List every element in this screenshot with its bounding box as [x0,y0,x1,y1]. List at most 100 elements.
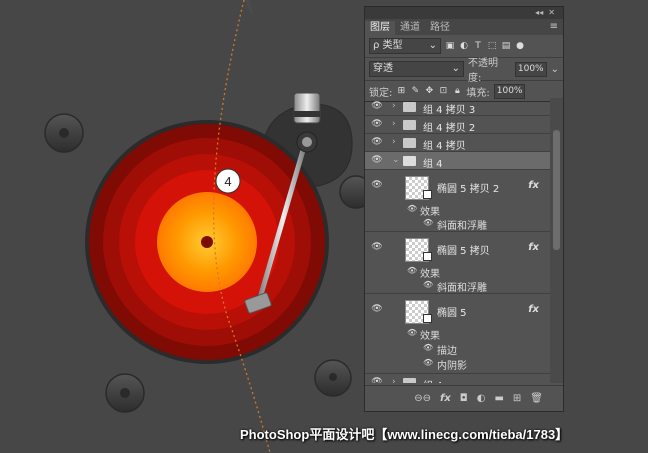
filter-smart-icon[interactable]: ▤ [501,41,511,51]
layer-row[interactable]: 👁︎ 椭圆 5 fx 👁︎ 效果 👁︎ 描边 👁︎ 内阴影 [365,294,551,374]
blend-mode-select[interactable]: 穿透 ⌄ [369,61,464,77]
knob-bottom-right [314,359,352,397]
layer-filter-row: ρ 类型 ⌄ ▣ ◐ T ⬚ ▤ ● [365,35,563,58]
layer-name: 椭圆 5 拷贝 [437,246,490,257]
eye-icon[interactable]: 👁︎ [423,358,433,367]
layer-row[interactable]: 👁︎ 椭圆 5 拷贝 fx 👁︎ 效果 👁︎ 斜面和浮雕 [365,232,551,294]
filter-pixel-icon[interactable]: ▣ [445,41,455,51]
eye-icon[interactable]: 👁︎ [407,266,417,275]
adjustment-icon[interactable]: ◐ [477,393,486,404]
chevron-right-icon[interactable]: › [392,101,396,111]
eye-icon[interactable]: 👁︎ [371,377,383,383]
chevron-down-icon: ⌄ [428,40,437,51]
layer-name: 椭圆 5 [437,308,467,319]
lock-move-icon[interactable]: ✥ [424,86,434,96]
link-icon[interactable]: ⊖⊖ [414,393,431,404]
effect-item[interactable]: 斜面和浮雕 [437,279,487,294]
chevron-down-icon[interactable]: ⌄ [392,155,400,165]
fill-label: 填充: [466,87,490,99]
layer-row-selected[interactable]: 👁︎ ⌄ 组 4 [365,152,551,170]
folder-open-icon [403,156,416,166]
chevron-right-icon[interactable]: › [392,137,396,147]
close-icon[interactable]: ✕ [548,8,555,17]
callout-number: 4 [224,174,231,189]
layer-name: 椭圆 5 拷贝 2 [437,184,500,195]
panel-tabs: 图层 通道 路径 ≡ [365,19,563,35]
folder-icon [403,138,416,148]
effect-item[interactable]: 内阴影 [437,357,467,372]
eye-icon[interactable]: 👁︎ [371,304,383,314]
eye-icon[interactable]: 👁︎ [371,180,383,190]
filter-shape-icon[interactable]: ⬚ [487,41,497,51]
fx-icon[interactable]: fx [528,242,539,253]
eye-icon[interactable]: 👁︎ [371,242,383,252]
layer-name: 组 4 [423,377,443,383]
knob-bottom-left [105,373,145,413]
lock-label: 锁定: [369,87,393,99]
filter-type-icon[interactable]: T [473,41,483,51]
lock-transparent-icon[interactable]: ⊞ [396,86,406,96]
step-callout: 4 [215,168,241,194]
effect-item[interactable]: 描边 [437,342,457,357]
eye-icon[interactable]: 👁︎ [371,119,383,129]
folder-icon [403,102,416,112]
lock-artboard-icon[interactable]: ⊡ [438,86,448,96]
panel-menu-icon[interactable]: ≡ [550,21,558,32]
filter-adjustment-icon[interactable]: ◐ [459,41,469,51]
eye-icon[interactable]: 👁︎ [371,155,383,165]
trash-icon[interactable]: 🗑 [530,393,543,404]
lock-brush-icon[interactable]: ✎ [410,86,420,96]
folder-icon [403,378,416,383]
filter-toggle-icon[interactable]: ● [515,41,525,51]
folder-icon[interactable]: ▬ [494,393,503,404]
new-layer-icon[interactable]: ⊞ [513,393,521,404]
vector-mask-thumbnail [423,190,432,199]
layer-row[interactable]: 👁︎ 椭圆 5 拷贝 2 fx 👁︎ 效果 👁︎ 斜面和浮雕 [365,170,551,232]
fill-field[interactable]: 100% [493,83,526,99]
layer-name: 组 4 拷贝 [423,141,466,152]
layer-name: 组 4 拷贝 2 [423,123,476,134]
layer-name: 组 4 [423,159,443,170]
opacity-label: 不透明度: [468,58,498,84]
chevron-right-icon[interactable]: › [392,377,396,383]
layer-row[interactable]: 👁︎ › 组 4 拷贝 [365,134,551,152]
eye-icon[interactable]: 👁︎ [423,343,433,352]
filter-type-select[interactable]: ρ 类型 ⌄ [369,38,441,54]
vector-mask-thumbnail [423,314,432,323]
eye-icon[interactable]: 👁︎ [407,328,417,337]
panel-footer: ⊖⊖ fx ◘ ◐ ▬ ⊞ 🗑 [365,385,563,411]
collapse-icon[interactable]: ◂◂ [535,8,543,17]
fx-icon[interactable]: fx [528,180,539,191]
knob-top-left [44,113,84,153]
folder-icon [403,120,416,130]
chevron-down-icon: ⌄ [451,63,460,74]
watermark-text: PhotoShop平面设计吧【www.linecg.com/tieba/1783… [240,427,569,442]
layer-name: 组 4 拷贝 3 [423,105,476,116]
fx-icon[interactable]: fx [528,304,539,315]
layer-row[interactable]: 👁︎ › 组 4 [365,374,551,383]
eye-icon[interactable]: 👁︎ [407,204,417,213]
eye-icon[interactable]: 👁︎ [371,101,383,111]
tab-paths[interactable]: 路径 [425,21,455,35]
layer-scrollbar[interactable] [550,98,563,383]
layer-row[interactable]: 👁︎ › 组 4 拷贝 3 [365,98,551,116]
tab-channels[interactable]: 通道 [395,21,425,35]
effects-label: 效果 [420,207,440,218]
eye-icon[interactable]: 👁︎ [371,137,383,147]
scrollbar-thumb[interactable] [553,130,560,250]
tab-layers[interactable]: 图层 [365,21,395,35]
layers-panel: ◂◂ ✕ 图层 通道 路径 ≡ ρ 类型 ⌄ ▣ ◐ T ⬚ ▤ ● 穿透 ⌄ 不透… [364,6,564,412]
layer-row[interactable]: 👁︎ › 组 4 拷贝 2 [365,116,551,134]
blend-row: 穿透 ⌄ 不透明度: 100% ⌄ [365,58,563,84]
opacity-field[interactable]: 100% [514,61,547,77]
eye-icon[interactable]: 👁︎ [423,218,433,227]
effect-item[interactable]: 斜面和浮雕 [437,217,487,232]
lock-all-icon[interactable]: 🔒︎ [452,86,462,96]
chevron-right-icon[interactable]: › [392,119,396,129]
mask-icon[interactable]: ◘ [460,393,468,404]
eye-icon[interactable]: 👁︎ [423,280,433,289]
fx-icon[interactable]: fx [440,393,451,404]
panel-titlebar[interactable]: ◂◂ ✕ [365,7,563,19]
effects-label: 效果 [420,269,440,280]
chevron-down-icon[interactable]: ⌄ [551,64,559,75]
